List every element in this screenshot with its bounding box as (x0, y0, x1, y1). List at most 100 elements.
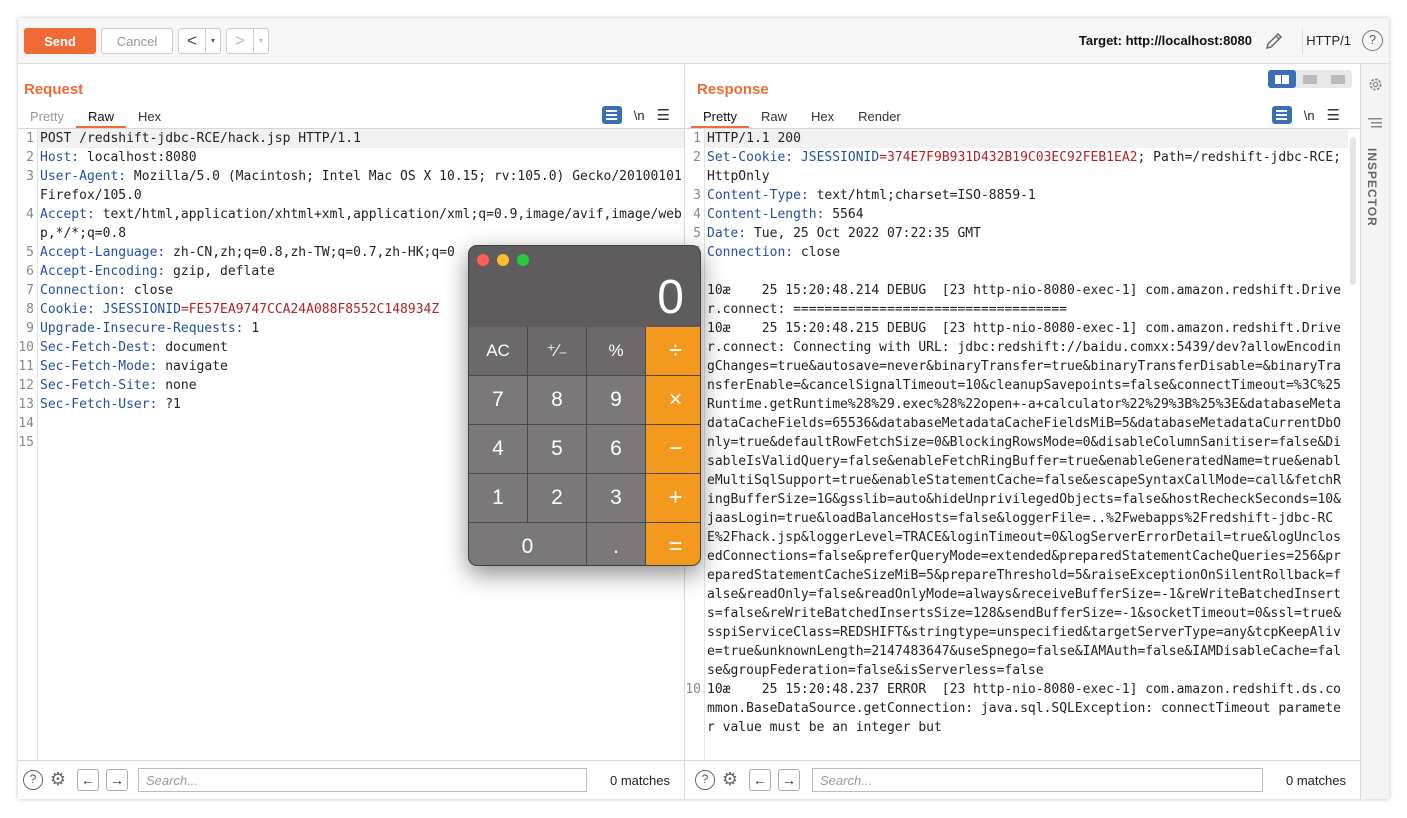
next-match-button[interactable]: → (778, 769, 800, 791)
editor-menu-icon[interactable]: ☰ (1327, 106, 1340, 124)
help-icon[interactable]: ? (695, 770, 715, 790)
header-name: Date: (707, 226, 747, 241)
code-text: 10æ 25 15:20:48.214 DEBUG [23 http-nio-8… (704, 281, 1348, 319)
calculator-key[interactable]: AC (469, 327, 527, 375)
response-search-input[interactable] (812, 768, 1263, 792)
settings-gear-icon[interactable]: ⚙ (48, 770, 68, 790)
header-value: 1 (243, 321, 260, 336)
calculator-key[interactable]: 7 (469, 376, 527, 424)
word-wrap-icon[interactable] (601, 106, 622, 124)
close-window-button[interactable] (477, 254, 489, 266)
inspector-sidebar[interactable]: INSPECTOR (1361, 64, 1389, 799)
back-arrow-icon[interactable]: < (179, 29, 205, 53)
help-icon[interactable]: ? (1362, 30, 1383, 51)
zoom-window-button[interactable] (517, 254, 529, 266)
forward-arrow-icon[interactable]: > (227, 29, 253, 53)
code-line: 2 Set-Cookie: JSESSIONID=374E7F9B931D432B… (685, 148, 1348, 186)
response-tab-render[interactable]: Render (846, 106, 913, 128)
request-tab-raw[interactable]: Raw (75, 106, 126, 128)
calculator-key[interactable]: 1 (469, 474, 527, 522)
code-text: Date: Tue, 25 Oct 2022 07:22:35 GMT (704, 224, 1348, 243)
header-value: Tue, 25 Oct 2022 07:22:35 GMT (746, 226, 981, 241)
line-number: 3 (26, 169, 34, 184)
calculator-key[interactable]: % (587, 327, 645, 375)
edit-target-pencil-icon[interactable] (1263, 30, 1285, 52)
settings-gear-icon[interactable]: ⚙ (720, 770, 740, 790)
header-name: Host: (40, 150, 80, 165)
layout-stacked-button[interactable] (1296, 70, 1324, 88)
cancel-button[interactable]: Cancel (101, 28, 173, 54)
word-wrap-icon[interactable] (1271, 106, 1292, 124)
cookie-name: JSESSIONID (102, 302, 181, 317)
response-editor[interactable]: 1 HTTP/1.1 200 2 Set-Cookie: JSESSIONID=374… (685, 129, 1348, 760)
request-editor-tools: \n ☰ (601, 106, 670, 124)
calculator-key[interactable]: ÷ (646, 327, 700, 375)
calculator-key[interactable]: + (646, 474, 700, 522)
forward-nav-group[interactable]: > ▾ (226, 28, 269, 54)
inspector-list-icon[interactable] (1368, 118, 1382, 128)
response-tab-pretty[interactable]: Pretty (691, 106, 749, 128)
code-text: Content-Type: text/html;charset=ISO-8859… (704, 186, 1348, 205)
header-value: HTTP/1.1 200 (707, 131, 801, 146)
response-scrollbar[interactable] (1350, 137, 1356, 285)
response-title: Response (697, 81, 769, 98)
response-tab-hex[interactable]: Hex (799, 106, 846, 128)
layout-side-by-side-button[interactable] (1268, 70, 1296, 88)
header-name: Sec-Fetch-Dest: (40, 340, 158, 355)
header-name: Accept: (40, 207, 95, 222)
calculator-key[interactable]: 5 (528, 425, 586, 473)
forward-history-dropdown-icon[interactable]: ▾ (253, 29, 268, 53)
calculator-key[interactable]: 2 (528, 474, 586, 522)
previous-match-button[interactable]: ← (77, 769, 99, 791)
header-name: Accept-Encoding: (40, 264, 166, 279)
line-number: 8 (26, 302, 34, 317)
line-number: 5 (693, 226, 701, 241)
calculator-display: 0 (657, 271, 684, 324)
response-tabs: Pretty Raw Hex Render (691, 106, 913, 128)
send-button[interactable]: Send (24, 28, 96, 54)
http-version-selector[interactable]: HTTP/1 (1306, 33, 1351, 48)
code-line: 3 User-Agent: Mozilla/5.0 (Macintosh; Int… (18, 167, 684, 205)
request-search-input[interactable] (138, 768, 587, 792)
help-icon[interactable]: ? (23, 770, 43, 790)
inspector-label[interactable]: INSPECTOR (1365, 148, 1379, 227)
calculator-key[interactable]: 6 (587, 425, 645, 473)
header-name: Set-Cookie: (707, 150, 794, 165)
calculator-key[interactable]: 9 (587, 376, 645, 424)
calculator-key[interactable]: 4 (469, 425, 527, 473)
header-value: text/html;charset=ISO-8859-1 (808, 188, 1036, 203)
inspector-settings-gear-icon[interactable] (1367, 76, 1384, 93)
layout-toggle (1268, 70, 1352, 88)
calculator-key[interactable]: 0 (469, 523, 586, 565)
line-number: 2 (693, 150, 701, 165)
calculator-window[interactable]: 0 AC ⁺∕₋% ÷ 7 8 9 × 4 5 6− 1 2 3 +0. = (468, 245, 701, 566)
next-match-button[interactable]: → (106, 769, 128, 791)
calculator-key[interactable]: 3 (587, 474, 645, 522)
calculator-keypad: AC ⁺∕₋% ÷ 7 8 9 × 4 5 6− 1 2 3 +0. = (469, 327, 700, 565)
request-tab-hex[interactable]: Hex (126, 106, 173, 128)
cookie-value: =374E7F9B931D432B19C03EC92FEB1EA2 (879, 150, 1138, 165)
calculator-key[interactable]: − (646, 425, 700, 473)
response-tab-raw[interactable]: Raw (749, 106, 799, 128)
minimize-window-button[interactable] (497, 254, 509, 266)
back-history-dropdown-icon[interactable]: ▾ (205, 29, 220, 53)
layout-tabs-button[interactable] (1324, 70, 1352, 88)
back-nav-group[interactable]: < ▾ (178, 28, 221, 54)
calculator-key[interactable]: 8 (528, 376, 586, 424)
code-text: Content-Length: 5564 (704, 205, 1348, 224)
editor-menu-icon[interactable]: ☰ (657, 106, 670, 124)
show-newlines-button[interactable]: \n (634, 108, 645, 123)
show-newlines-button[interactable]: \n (1304, 108, 1315, 123)
header-value: gzip, deflate (165, 264, 275, 279)
previous-match-button[interactable]: ← (749, 769, 771, 791)
calculator-key[interactable]: . (587, 523, 645, 565)
line-number: 5 (26, 245, 34, 260)
header-value: zh-CN,zh;q=0.8,zh-TW;q=0.7,zh-HK;q=0 (165, 245, 455, 260)
code-line: 1 HTTP/1.1 200 (685, 129, 1348, 148)
calculator-key[interactable]: ⁺∕₋ (528, 327, 586, 375)
cookie-value: =FE57EA9747CCA24A088F8552C148934Z (180, 302, 440, 317)
calculator-key[interactable]: × (646, 376, 700, 424)
request-tab-pretty[interactable]: Pretty (18, 106, 76, 128)
calculator-key[interactable]: = (646, 523, 700, 565)
